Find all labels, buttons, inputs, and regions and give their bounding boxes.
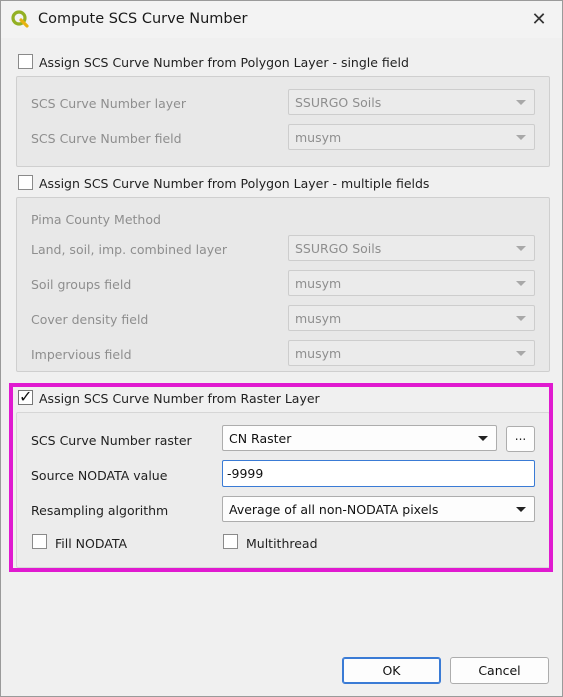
cn-layer-label: SCS Curve Number layer — [31, 96, 186, 111]
cover-density-label: Cover density field — [31, 312, 149, 327]
multiple-fields-panel: Pima County Method Land, soil, imp. comb… — [16, 197, 550, 372]
impervious-combo[interactable]: musym — [288, 340, 535, 366]
single-field-group-label: Assign SCS Curve Number from Polygon Lay… — [39, 55, 409, 70]
soil-groups-label: Soil groups field — [31, 277, 132, 292]
ok-button[interactable]: OK — [342, 657, 441, 684]
combined-layer-value: SSURGO Soils — [295, 241, 382, 256]
dialog-window: Compute SCS Curve Number ✕ Assign SCS Cu… — [0, 0, 563, 697]
impervious-value: musym — [295, 346, 342, 361]
qgis-logo-icon — [11, 10, 29, 28]
chevron-down-icon — [516, 351, 526, 356]
chevron-down-icon — [516, 135, 526, 140]
close-icon[interactable]: ✕ — [516, 1, 562, 38]
pima-county-method-label: Pima County Method — [31, 212, 161, 227]
chevron-down-icon — [516, 316, 526, 321]
title-bar: Compute SCS Curve Number ✕ — [1, 1, 562, 38]
highlight-annotation — [9, 383, 553, 572]
multiple-fields-checkbox[interactable] — [18, 175, 33, 190]
close-glyph: ✕ — [531, 9, 547, 30]
combined-layer-label: Land, soil, imp. combined layer — [31, 242, 227, 257]
cn-layer-value: SSURGO Soils — [295, 95, 382, 110]
single-field-panel: SCS Curve Number layer SSURGO Soils SCS … — [16, 76, 550, 167]
cn-field-combo[interactable]: musym — [288, 124, 535, 150]
chevron-down-icon — [516, 246, 526, 251]
cover-density-value: musym — [295, 311, 342, 326]
soil-groups-combo[interactable]: musym — [288, 270, 535, 296]
cover-density-combo[interactable]: musym — [288, 305, 535, 331]
multiple-fields-group-label: Assign SCS Curve Number from Polygon Lay… — [39, 176, 430, 191]
single-field-checkbox[interactable] — [18, 54, 33, 69]
cn-layer-combo[interactable]: SSURGO Soils — [288, 89, 535, 115]
chevron-down-icon — [516, 100, 526, 105]
cn-field-value: musym — [295, 130, 342, 145]
impervious-label: Impervious field — [31, 347, 132, 362]
soil-groups-value: musym — [295, 276, 342, 291]
cancel-button[interactable]: Cancel — [450, 657, 549, 684]
cn-field-label: SCS Curve Number field — [31, 131, 182, 146]
combined-layer-combo[interactable]: SSURGO Soils — [288, 235, 535, 261]
chevron-down-icon — [516, 281, 526, 286]
window-title: Compute SCS Curve Number — [38, 11, 248, 27]
